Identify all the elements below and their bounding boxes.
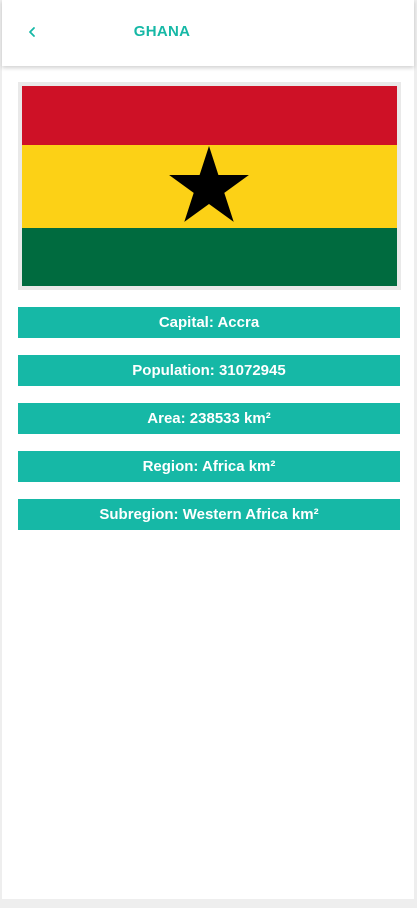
page-title: GHANA	[133, 23, 191, 40]
top-app-bar: GHANA	[2, 0, 414, 66]
app-frame: GHANA Capital: Accra Population: 3107294…	[2, 0, 414, 899]
ghana-flag	[22, 86, 397, 286]
flag-image	[18, 82, 401, 290]
chevron-left-icon	[29, 27, 35, 37]
area-bar: Area: 238533 km²	[18, 403, 400, 434]
back-button[interactable]	[22, 20, 42, 44]
population-bar: Population: 31072945	[18, 355, 400, 386]
region-bar: Region: Africa km²	[18, 451, 400, 482]
subregion-bar: Subregion: Western Africa km²	[18, 499, 400, 530]
capital-bar: Capital: Accra	[18, 307, 400, 338]
